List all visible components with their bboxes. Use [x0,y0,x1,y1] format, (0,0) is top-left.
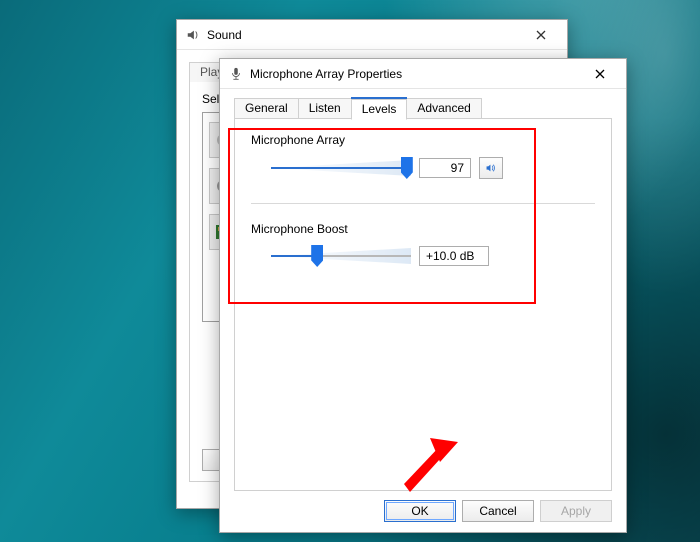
prop-titlebar[interactable]: Microphone Array Properties [220,59,626,89]
mic-array-label: Microphone Array [251,133,595,147]
tab-levels[interactable]: Levels [351,99,408,120]
levels-sheet: Microphone Array [234,119,612,491]
sound-titlebar[interactable]: Sound [177,20,567,50]
apply-button: Apply [540,500,612,522]
mic-boost-value[interactable] [419,246,489,266]
mic-boost-label: Microphone Boost [251,222,595,236]
mic-array-group: Microphone Array [251,133,595,179]
mic-array-value[interactable] [419,158,471,178]
dialog-buttons: OK Cancel Apply [384,500,612,522]
divider [251,203,595,204]
sound-title: Sound [207,28,521,42]
prop-close-button[interactable] [580,60,620,88]
sound-close-button[interactable] [521,21,561,49]
speaker-icon [486,161,496,175]
mute-button[interactable] [479,157,503,179]
prop-tabs: General Listen Levels Advanced [234,97,612,119]
ok-button[interactable]: OK [384,500,456,522]
speaker-icon [185,27,201,43]
mic-boost-slider[interactable] [271,246,411,266]
mic-properties-window: Microphone Array Properties General List… [219,58,627,533]
slider-thumb[interactable] [311,245,323,267]
cancel-button[interactable]: Cancel [462,500,534,522]
microphone-icon [228,66,244,82]
mic-boost-group: Microphone Boost [251,222,595,266]
tab-general[interactable]: General [234,98,299,119]
prop-title: Microphone Array Properties [250,67,580,81]
tab-listen[interactable]: Listen [298,98,352,119]
tab-advanced[interactable]: Advanced [406,98,481,119]
mic-array-slider[interactable] [271,158,411,178]
